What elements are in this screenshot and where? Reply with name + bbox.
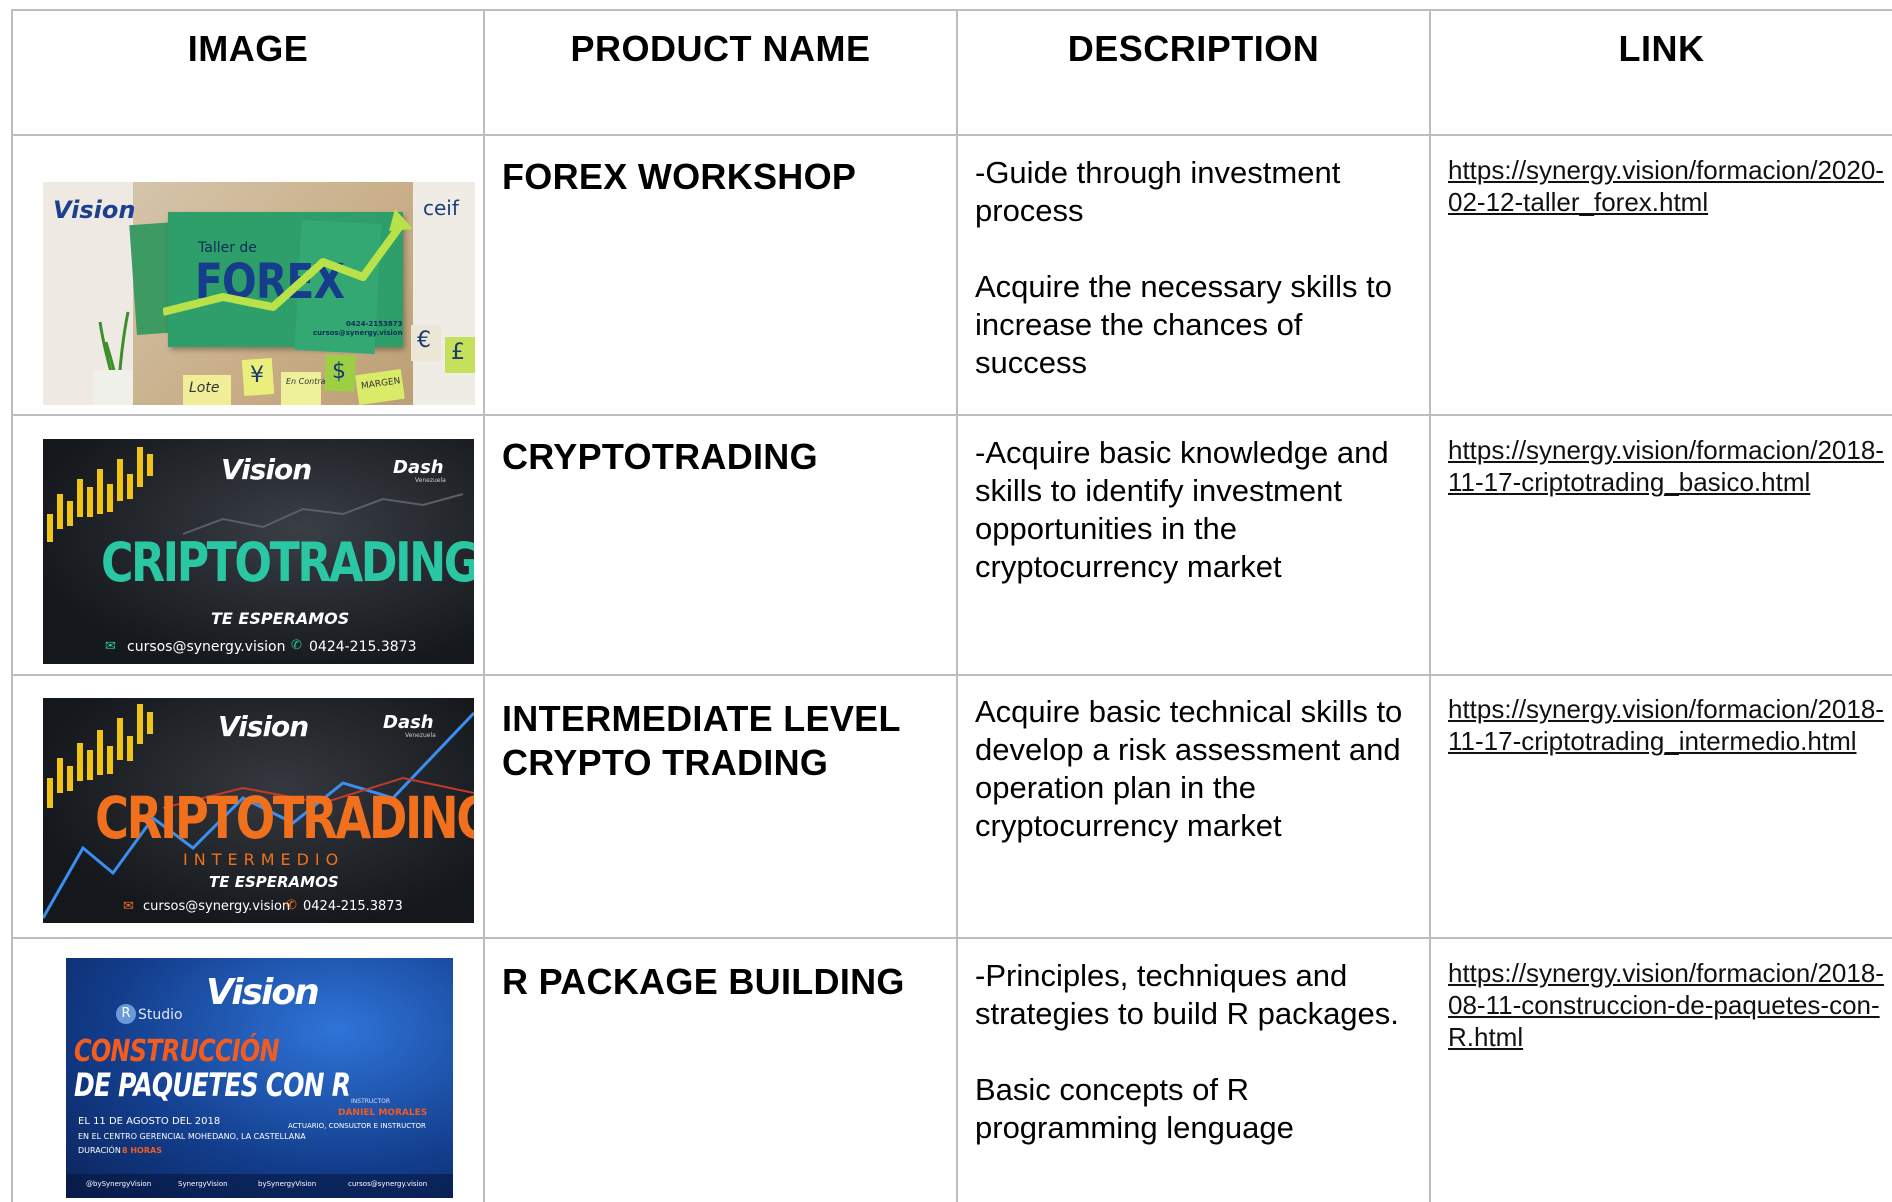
description-forex: -Guide through investment process Acquir… — [975, 154, 1415, 382]
intermediate-title-big: CRIPTOTRADING — [95, 784, 474, 852]
description-line: -Acquire basic knowledge and skills to i… — [975, 435, 1389, 584]
col-divider — [11, 9, 13, 1202]
r-date: EL 11 DE AGOSTO DEL 2018 — [78, 1116, 221, 1127]
product-name-cryptotrading: CRYPTOTRADING — [502, 436, 818, 477]
product-name-intermediate-crypto: INTERMEDIATE LEVEL CRYPTO TRADING — [502, 698, 901, 783]
crypto-title-big: CRIPTOTRADING — [101, 531, 474, 594]
intermediate-phone: 0424-215.3873 — [303, 899, 403, 914]
forex-tag-lote: Lote — [189, 380, 220, 396]
r-duration-label: DURACIÓN — [78, 1146, 121, 1155]
description-line: -Principles, techniques and strategies t… — [975, 958, 1399, 1031]
header-image: IMAGE — [187, 28, 309, 69]
link-forex[interactable]: https://synergy.vision/formacion/2020-02… — [1448, 154, 1888, 218]
col-divider — [1429, 9, 1431, 1202]
r-title-line1: CONSTRUCCIÓN — [74, 1034, 280, 1069]
r-package-image: Vision R Studio CONSTRUCCIÓN DE PAQUETES… — [66, 958, 453, 1198]
social-twitter: @bySynergyVision — [86, 1180, 152, 1188]
description-line: Acquire basic technical skills to develo… — [975, 694, 1403, 843]
crypto-phone: 0424-215.3873 — [309, 639, 417, 655]
social-facebook: SynergyVision — [178, 1180, 228, 1188]
crypto-email: cursos@synergy.vision — [127, 639, 286, 655]
row-divider — [11, 134, 1892, 136]
intermediate-subtitle: INTERMEDIO — [183, 850, 345, 869]
col-divider — [483, 9, 485, 1202]
r-instructor-role: ACTUARIO, CONSULTOR E INSTRUCTOR — [288, 1122, 426, 1130]
description-line: -Guide through investment process — [975, 155, 1341, 228]
forex-workshop-image: Vision ceif Taller de FOREX 0424-2153873… — [43, 182, 475, 405]
r-instructor-name: DANIEL MORALES — [338, 1108, 428, 1118]
intermediate-crypto-image: Vision Dash Venezuela CRIPTOTRADING INTE… — [43, 698, 474, 923]
description-line: Basic concepts of R programming lenguage — [975, 1072, 1294, 1145]
crypto-partner-logo: Dash — [393, 457, 444, 478]
table-border-top — [11, 9, 1892, 11]
rstudio-label: Studio — [138, 1007, 183, 1023]
col-divider — [956, 9, 958, 1202]
mail-icon: ✉ — [123, 899, 134, 914]
social-email: cursos@synergy.vision — [348, 1180, 428, 1188]
r-place: EN EL CENTRO GERENCIAL MOHEDANO, LA CAST… — [78, 1132, 306, 1141]
description-r-package: -Principles, techniques and strategies t… — [975, 957, 1415, 1147]
description-line: Acquire the necessary skills to increase… — [975, 269, 1392, 380]
pound-note: £ — [451, 340, 465, 365]
crypto-partner-sub: Venezuela — [415, 477, 446, 484]
intermediate-partner-sub: Venezuela — [405, 732, 436, 739]
social-instagram: bySynergyVision — [258, 1180, 317, 1188]
forex-brand-logo: Vision — [53, 196, 136, 224]
euro-note: € — [417, 328, 431, 353]
intermediate-email: cursos@synergy.vision — [143, 899, 291, 914]
product-name-r-package: R PACKAGE BUILDING — [502, 961, 905, 1002]
dollar-note: $ — [332, 359, 346, 384]
forex-partner-logo: ceif — [423, 196, 459, 220]
description-cryptotrading: -Acquire basic knowledge and skills to i… — [975, 434, 1415, 586]
header-link: LINK — [1618, 28, 1705, 69]
cryptotrading-image: Vision Dash Venezuela CRIPTOTRADING TE E… — [43, 439, 474, 664]
row-divider — [11, 414, 1892, 416]
row-divider — [11, 937, 1892, 939]
r-brand-logo: Vision — [206, 972, 320, 1013]
r-duration-value: 8 HORAS — [122, 1146, 162, 1155]
forex-arrow-graphic — [163, 209, 413, 316]
intermediate-brand-logo: Vision — [218, 710, 309, 743]
forex-tag-encontra: En Contra — [286, 377, 326, 386]
header-product-name: PRODUCT NAME — [570, 28, 871, 69]
forex-email: cursos@synergy.vision — [313, 329, 403, 337]
phone-icon: ✆ — [291, 638, 302, 653]
link-intermediate-crypto[interactable]: https://synergy.vision/formacion/2018-11… — [1448, 693, 1888, 757]
link-r-package[interactable]: https://synergy.vision/formacion/2018-08… — [1448, 957, 1888, 1053]
description-intermediate-crypto: Acquire basic technical skills to develo… — [975, 693, 1415, 845]
header-description: DESCRIPTION — [1067, 28, 1320, 69]
mail-icon: ✉ — [105, 639, 116, 654]
row-divider — [11, 674, 1892, 676]
intermediate-partner-logo: Dash — [383, 712, 434, 733]
r-title-line2: DE PAQUETES CON R — [74, 1066, 351, 1104]
r-logo-icon: R — [116, 1004, 136, 1024]
yen-note: ¥ — [250, 363, 264, 388]
product-name-forex: FOREX WORKSHOP — [502, 156, 857, 197]
link-cryptotrading[interactable]: https://synergy.vision/formacion/2018-11… — [1448, 434, 1888, 498]
intermediate-tagline: TE ESPERAMOS — [209, 873, 339, 891]
crypto-brand-logo: Vision — [221, 453, 312, 486]
forex-phone: 0424-2153873 — [346, 320, 403, 328]
r-instructor-label: INSTRUCTOR — [351, 1098, 391, 1105]
phone-icon: ✆ — [286, 898, 297, 913]
crypto-tagline: TE ESPERAMOS — [211, 609, 350, 628]
